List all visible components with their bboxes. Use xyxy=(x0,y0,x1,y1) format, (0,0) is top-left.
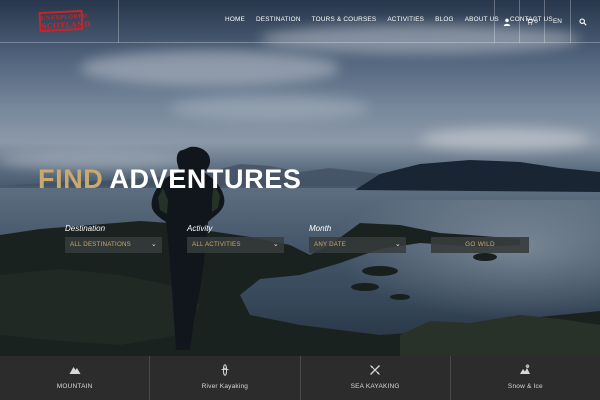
chevron-down-icon: ⌄ xyxy=(150,241,157,248)
category-label: MOUNTAIN xyxy=(56,383,93,390)
account-button[interactable] xyxy=(495,0,519,43)
month-value: ANY DATE xyxy=(314,241,346,248)
month-select[interactable]: ANY DATE ⌄ xyxy=(309,237,406,253)
user-icon xyxy=(503,18,511,26)
sea-kayak-icon xyxy=(370,365,381,375)
cart-icon xyxy=(526,18,534,25)
headline-accent: FIND xyxy=(38,164,104,194)
search-button[interactable] xyxy=(571,0,595,43)
category-river-kayaking[interactable]: River Kayaking xyxy=(150,356,301,400)
cart-button[interactable]: 0 xyxy=(520,0,544,43)
activity-select[interactable]: ALL ACTIVITIES ⌄ xyxy=(187,237,284,253)
nav-blog[interactable]: BLOG xyxy=(435,16,454,23)
brand-logo-line2: SCOTLAND xyxy=(41,19,91,32)
brand-logo[interactable]: UNEXPLORED SCOTLAND xyxy=(38,9,91,33)
hero-headline: FIND ADVENTURES xyxy=(38,164,301,195)
category-label: Snow & Ice xyxy=(507,383,543,390)
go-wild-button[interactable]: GO WILD xyxy=(431,237,529,253)
destination-value: ALL DESTINATIONS xyxy=(70,241,131,248)
category-label: River Kayaking xyxy=(201,383,249,390)
chevron-down-icon: ⌄ xyxy=(272,241,279,248)
activity-value: ALL ACTIVITIES xyxy=(192,241,241,248)
chevron-down-icon: ⌄ xyxy=(394,241,401,248)
snow-ice-icon xyxy=(520,364,531,374)
nav-tours-courses[interactable]: TOURS & COURSES xyxy=(312,16,377,23)
search-icon xyxy=(579,17,587,26)
header-divider xyxy=(118,0,119,43)
site-header: UNEXPLORED SCOTLAND HOME DESTINATION TOU… xyxy=(0,0,600,43)
activity-label: Activity xyxy=(187,224,213,233)
category-snow-ice[interactable]: Snow & Ice xyxy=(451,356,600,400)
nav-activities[interactable]: ACTIVITIES xyxy=(387,16,424,23)
category-mountain[interactable]: MOUNTAIN xyxy=(0,356,151,400)
river-kayak-icon xyxy=(221,364,229,376)
mountain-icon xyxy=(69,367,81,374)
language-selector[interactable]: EN xyxy=(545,0,570,43)
month-label: Month xyxy=(309,224,332,233)
destination-select[interactable]: ALL DESTINATIONS ⌄ xyxy=(65,237,162,253)
destination-label: Destination xyxy=(65,224,106,233)
category-label: SEA KAYAKING xyxy=(350,383,400,390)
activity-category-bar: MOUNTAIN River Kayaking SEA KAYAKING Sno… xyxy=(0,356,600,400)
nav-destination[interactable]: DESTINATION xyxy=(256,16,301,23)
nav-home[interactable]: HOME xyxy=(225,16,245,23)
category-sea-kayaking[interactable]: SEA KAYAKING xyxy=(301,356,451,400)
headline-main: ADVENTURES xyxy=(109,164,302,194)
cart-count: 0 xyxy=(534,18,538,25)
